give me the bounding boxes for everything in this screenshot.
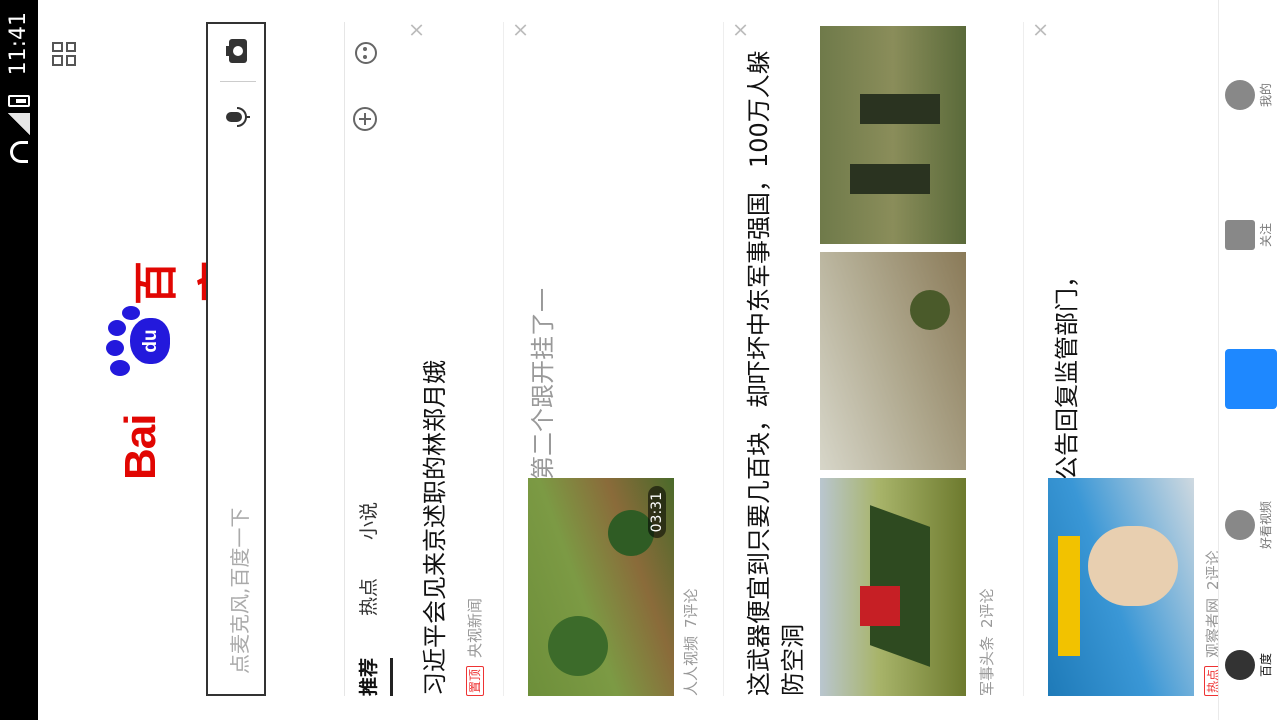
nav-item-video[interactable]: 好看视频 — [1221, 480, 1279, 570]
news-card[interactable]: × 实拍西瓜收获过程，第二个跟开挂了一样，工资应该最高 人人视频 7评论 03:… — [504, 22, 724, 696]
comment-count: 7评论 — [682, 588, 700, 628]
close-icon[interactable]: × — [404, 20, 428, 40]
news-feed: × 习近平会见来京述职的林郑月娥 置顶 央视新闻 × 实拍西瓜收获过程，第二个跟… — [400, 20, 1222, 696]
news-source: 人人视频 — [682, 635, 700, 696]
apps-grid-icon[interactable] — [52, 42, 76, 66]
mascot-icon[interactable] — [352, 40, 378, 66]
close-icon[interactable]: × — [508, 20, 532, 40]
close-icon[interactable]: × — [1028, 20, 1052, 40]
logo-du-text: du — [140, 329, 161, 353]
video-thumbnail[interactable]: 03:31 — [528, 478, 674, 696]
video-icon — [1225, 510, 1255, 540]
add-channel-icon[interactable] — [352, 106, 378, 132]
news-card[interactable]: × 习近平会见来京述职的林郑月娥 置顶 央视新闻 — [400, 22, 504, 696]
search-placeholder[interactable]: 点麦克风,百度一下 — [224, 508, 253, 674]
follow-icon — [1225, 220, 1255, 250]
status-time: 11:41 — [6, 12, 31, 76]
nav-item-baidu[interactable]: 百度 — [1221, 620, 1279, 710]
news-image[interactable] — [820, 26, 966, 244]
logo-bai-text: Bai — [116, 414, 165, 480]
baidu-paw-icon — [1225, 650, 1255, 680]
news-title[interactable]: 习近平会见来京述职的林郑月娥 — [418, 76, 452, 696]
news-meta: 置顶 央视新闻 — [464, 598, 485, 696]
nav-item-follow[interactable]: 关注 — [1221, 190, 1279, 280]
nav-label: 好看视频 — [1259, 501, 1273, 550]
news-image[interactable] — [820, 478, 966, 696]
comment-count: 2评论 — [978, 588, 996, 628]
microphone-icon[interactable] — [222, 102, 252, 132]
feed-tabs: 推荐 热点 小说 — [344, 22, 398, 696]
status-bar: 11:41 — [0, 0, 38, 720]
baidu-logo: Bai du 百度 — [98, 240, 246, 480]
signal-icon — [8, 113, 30, 135]
bottom-nav: 百度 好看视频 关注 我的 — [1218, 0, 1280, 720]
nav-item-voice[interactable] — [1221, 334, 1279, 424]
news-meta: 军事头条 2评论 — [976, 588, 997, 696]
news-image[interactable] — [820, 252, 966, 470]
camera-icon[interactable] — [222, 36, 252, 66]
nav-label: 关注 — [1259, 223, 1273, 248]
video-duration: 03:31 — [648, 486, 666, 539]
search-box[interactable]: 点麦克风,百度一下 — [206, 22, 266, 696]
tab-novel[interactable]: 小说 — [354, 502, 381, 540]
battery-icon — [8, 95, 30, 107]
news-source: 央视新闻 — [466, 597, 484, 658]
nav-label: 我的 — [1259, 83, 1273, 108]
voice-icon — [1225, 349, 1277, 409]
nav-item-mine[interactable]: 我的 — [1221, 50, 1279, 140]
close-icon[interactable]: × — [728, 20, 752, 40]
news-title[interactable]: 这武器便宜到只要几百块，却吓坏中东军事强国，100万人躲防空洞 — [742, 46, 810, 696]
news-card[interactable]: × 这武器便宜到只要几百块，却吓坏中东军事强国，100万人躲防空洞 军事头条 2… — [724, 22, 1024, 696]
news-image[interactable] — [1048, 478, 1194, 696]
news-card[interactable]: × 莎普爱思两万字超长公告回复监管部门，称公司广告符合规定 热点 观察者网 2评… — [1024, 20, 1222, 696]
news-source: 军事头条 — [978, 635, 996, 696]
tab-hot[interactable]: 热点 — [354, 578, 381, 616]
wifi-icon — [10, 141, 28, 163]
paw-icon: du — [106, 304, 176, 378]
tab-recommend[interactable]: 推荐 — [354, 658, 381, 696]
status-icons — [8, 95, 30, 163]
news-meta: 人人视频 7评论 — [680, 588, 701, 696]
person-icon — [1225, 80, 1255, 110]
app-screen: 11:41 Bai du 百度 点麦克风,百度一下 推荐 热点 — [0, 0, 1280, 720]
search-divider — [220, 81, 256, 82]
pinned-badge: 置顶 — [465, 665, 484, 696]
nav-label: 百度 — [1259, 653, 1273, 678]
